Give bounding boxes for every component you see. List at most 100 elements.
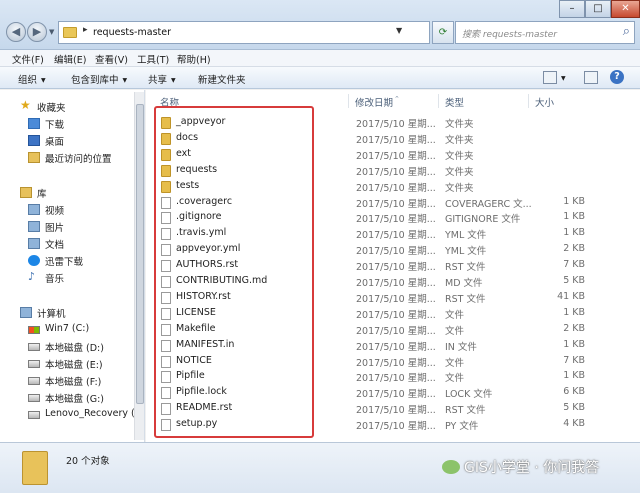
folder-row[interactable]: ext 2017/5/10 星期... 文件夹 [155, 147, 635, 162]
menu-tools[interactable]: 工具(T) [137, 52, 169, 66]
search-icon[interactable]: ⌕ [623, 24, 630, 39]
file-date: 2017/5/10 星期... [356, 166, 436, 178]
folder-icon [63, 27, 77, 38]
file-row[interactable]: AUTHORS.rst 2017/5/10 星期... RST 文件 7 KB [155, 258, 635, 273]
scrollbar-thumb[interactable] [136, 104, 144, 404]
view-dropdown-icon[interactable]: ▼ [561, 75, 566, 82]
drive-icon [28, 360, 40, 368]
folder-row[interactable]: docs 2017/5/10 星期... 文件夹 [155, 131, 635, 146]
share-label: 共享 [148, 75, 168, 86]
refresh-button[interactable]: ⟳ [432, 21, 454, 44]
file-row[interactable]: .coveragerc 2017/5/10 星期... COVERAGERC 文..… [155, 195, 635, 210]
file-name: NOTICE [176, 354, 212, 366]
organize-button[interactable]: 组织 ▼ [18, 72, 46, 86]
file-date: 2017/5/10 星期... [356, 405, 436, 417]
close-button[interactable]: ✕ [611, 0, 640, 18]
folder-row[interactable]: tests 2017/5/10 星期... 文件夹 [155, 179, 635, 194]
file-type: 文件 [445, 373, 465, 385]
chevron-right-icon[interactable]: ▸ [83, 25, 88, 35]
file-date: 2017/5/10 星期... [356, 309, 436, 321]
help-icon[interactable]: ? [610, 70, 624, 84]
column-date[interactable]: 修改日期 [355, 95, 393, 109]
minimize-button[interactable]: – [559, 0, 585, 18]
back-button[interactable]: ◀ [6, 22, 26, 42]
file-size: 1 KB [563, 338, 585, 350]
search-input[interactable]: 搜索 requests-master ⌕ [455, 21, 635, 44]
file-size: 7 KB [563, 354, 585, 366]
file-row[interactable]: NOTICE 2017/5/10 星期... 文件 7 KB [155, 354, 635, 369]
nav-label: 迅雷下载 [45, 257, 84, 268]
column-divider[interactable] [348, 94, 349, 108]
file-icon [161, 276, 171, 288]
file-date: 2017/5/10 星期... [356, 341, 436, 353]
file-row[interactable]: CONTRIBUTING.md 2017/5/10 星期... MD 文件 5 KB [155, 274, 635, 289]
file-icon [161, 339, 171, 352]
file-row[interactable]: .gitignore 2017/5/10 星期... GITIGNORE 文件 1 K… [155, 210, 635, 225]
file-row[interactable]: Pipfile.lock 2017/5/10 星期... LOCK 文件 6 KB [155, 385, 635, 400]
video-icon [28, 204, 40, 215]
menu-help[interactable]: 帮助(H) [177, 52, 211, 66]
include-in-library-button[interactable]: 包含到库中 ▼ [71, 72, 127, 86]
history-dropdown-icon[interactable]: ▼ [49, 28, 54, 36]
file-row[interactable]: HISTORY.rst 2017/5/10 星期... RST 文件 41 KB [155, 290, 635, 305]
file-date: 2017/5/10 星期... [356, 421, 436, 433]
nav-label: 下载 [45, 120, 65, 131]
file-name: README.rst [176, 402, 233, 414]
file-name: docs [176, 131, 199, 143]
preview-pane-icon[interactable] [584, 71, 598, 84]
nav-label: 视频 [45, 206, 65, 217]
file-type: 文件夹 [445, 166, 474, 178]
file-name: requests [176, 163, 218, 175]
column-type[interactable]: 类型 [445, 95, 464, 109]
file-row[interactable]: MANIFEST.in 2017/5/10 星期... IN 文件 1 KB [155, 338, 635, 353]
share-button[interactable]: 共享 ▼ [148, 72, 176, 86]
file-row[interactable]: README.rst 2017/5/10 星期... RST 文件 5 KB [155, 401, 635, 416]
title-address-bar: – □ ✕ ◀ ▶ ▼ ▸ requests-master ▼ ⟳ 搜索 req… [0, 0, 640, 50]
column-divider[interactable] [528, 94, 529, 108]
menu-file[interactable]: 文件(F) [12, 52, 44, 66]
nav-label: 本地磁盘 (G:) [45, 394, 104, 405]
column-divider[interactable] [438, 94, 439, 108]
forward-button[interactable]: ▶ [27, 22, 47, 42]
nav-label: 文档 [45, 240, 65, 251]
downloads-icon [28, 118, 40, 129]
file-name: appveyor.yml [176, 243, 241, 255]
file-size: 5 KB [563, 402, 585, 414]
file-size: 5 KB [563, 275, 585, 286]
folder-row[interactable]: _appveyor 2017/5/10 星期... 文件夹 [155, 115, 635, 130]
file-name: _appveyor [176, 116, 226, 127]
file-row[interactable]: appveyor.yml 2017/5/10 星期... YML 文件 2 KB [155, 242, 635, 257]
file-row[interactable]: Pipfile 2017/5/10 星期... 文件 1 KB [155, 369, 635, 384]
file-name: AUTHORS.rst [176, 259, 239, 271]
file-date: 2017/5/10 星期... [356, 278, 436, 289]
file-type: YML 文件 [445, 246, 487, 258]
new-folder-button[interactable]: 新建文件夹 [198, 72, 246, 86]
nav-label: Win7 (C:) [45, 323, 90, 334]
folder-row[interactable]: requests 2017/5/10 星期... 文件夹 [155, 163, 635, 178]
chevron-down-icon[interactable]: ▼ [396, 26, 402, 35]
file-size: 4 KB [563, 418, 585, 430]
file-type: YML 文件 [445, 230, 487, 242]
folder-icon [161, 132, 171, 145]
menu-view[interactable]: 查看(V) [95, 52, 128, 66]
maximize-button[interactable]: □ [585, 0, 611, 18]
column-name[interactable]: 名称 [160, 95, 179, 109]
watermark-text: GIS小学堂 · 你问我答 [464, 460, 600, 476]
breadcrumb-path[interactable]: requests-master [93, 27, 171, 38]
nav-scrollbar[interactable] [134, 92, 144, 440]
view-options-icon[interactable] [543, 71, 557, 84]
file-size: 41 KB [557, 290, 585, 302]
address-bar[interactable]: ▸ requests-master ▼ [58, 21, 430, 44]
file-size: 6 KB [563, 386, 585, 398]
file-name: CONTRIBUTING.md [176, 275, 268, 286]
file-row[interactable]: .travis.yml 2017/5/10 星期... YML 文件 1 KB [155, 226, 635, 241]
file-icon [161, 403, 171, 416]
file-row[interactable]: LICENSE 2017/5/10 星期... 文件 1 KB [155, 306, 635, 321]
file-row[interactable]: Makefile 2017/5/10 星期... 文件 2 KB [155, 322, 635, 337]
column-size[interactable]: 大小 [535, 95, 554, 109]
chevron-down-icon: ▼ [171, 77, 176, 84]
file-name: Pipfile [176, 370, 205, 382]
file-icon [161, 244, 171, 257]
file-row[interactable]: setup.py 2017/5/10 星期... PY 文件 4 KB [155, 417, 635, 432]
menu-edit[interactable]: 编辑(E) [54, 52, 86, 66]
